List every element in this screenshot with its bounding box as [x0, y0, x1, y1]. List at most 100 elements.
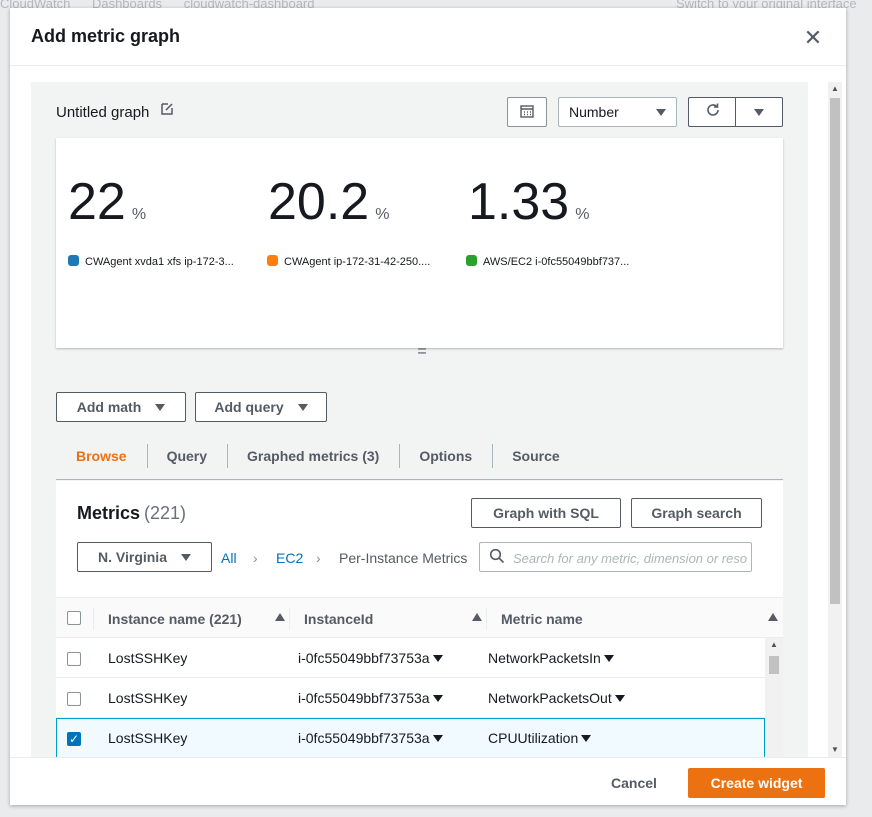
crumb-all[interactable]: All [221, 550, 237, 566]
instance-name-cell: LostSSHKey [108, 650, 188, 666]
column-instance-name[interactable]: Instance name (221) [108, 598, 242, 639]
tab-options[interactable]: Options [399, 432, 492, 480]
modal-scrollbar-thumb[interactable] [830, 98, 840, 604]
instance-id-cell[interactable]: i-0fc55049bbf73753a [298, 718, 443, 757]
modal-title: Add metric graph [31, 26, 181, 46]
add-query-button[interactable]: Add query [195, 392, 327, 422]
refresh-options-dropdown[interactable] [735, 97, 783, 127]
tab-graphed-metrics[interactable]: Graphed metrics (3) [227, 432, 399, 480]
stat-unit: % [575, 206, 590, 223]
graph-search-button[interactable]: Graph search [631, 498, 762, 528]
row-checkbox-checked[interactable]: ✓ [67, 732, 81, 746]
region-select[interactable]: N. Virginia [77, 542, 212, 572]
instance-id-cell[interactable]: i-0fc55049bbf73753a [298, 678, 443, 718]
legend-item[interactable]: AWS/EC2 i-0fc55049bbf737... [466, 255, 629, 268]
instance-id-text: i-0fc55049bbf73753a [298, 730, 430, 746]
close-icon[interactable]: ✕ [800, 25, 826, 51]
select-all-checkbox[interactable] [67, 611, 81, 625]
refresh-button[interactable] [688, 97, 736, 127]
display-type-select[interactable]: Number [558, 97, 677, 127]
chevron-down-icon [297, 403, 308, 411]
metric-name-cell[interactable]: NetworkPacketsIn [488, 638, 614, 678]
dropdown-icon[interactable] [432, 734, 443, 742]
row-checkbox[interactable] [67, 652, 81, 666]
calendar-icon [520, 104, 534, 121]
legend-label: CWAgent xvda1 xfs ip-172-3... [85, 256, 234, 268]
scroll-down-icon[interactable]: ▼ [831, 745, 839, 755]
metric-search-input[interactable] [513, 548, 747, 568]
chevron-down-icon [656, 109, 666, 116]
legend-swatch [267, 255, 278, 266]
dropdown-icon[interactable] [432, 694, 443, 702]
tab-source[interactable]: Source [492, 432, 579, 480]
table-scrollbar-thumb[interactable] [769, 656, 779, 674]
legend-item[interactable]: CWAgent ip-172-31-42-250.... [267, 255, 430, 268]
scroll-up-icon[interactable]: ▲ [770, 640, 778, 649]
dropdown-icon[interactable] [603, 654, 614, 662]
dropdown-icon[interactable] [432, 654, 443, 662]
display-type-value: Number [569, 104, 619, 120]
table-header: Instance name (221) InstanceId Metric na… [56, 597, 783, 638]
stat-number: 20.2 [268, 173, 370, 231]
sort-icon[interactable] [768, 613, 778, 621]
instance-id-text: i-0fc55049bbf73753a [298, 690, 430, 706]
chevron-down-icon [180, 553, 191, 561]
graph-panel: 22% 20.2% 1.33% CWAgent xvda1 xfs ip-172… [56, 138, 783, 348]
table-row[interactable]: LostSSHKey i-0fc55049bbf73753a NetworkPa… [56, 678, 765, 718]
chevron-right-icon: › [253, 550, 258, 566]
tab-query[interactable]: Query [146, 432, 227, 480]
dropdown-icon[interactable] [614, 694, 625, 702]
stat-unit: % [131, 206, 147, 223]
instance-id-cell[interactable]: i-0fc55049bbf73753a [298, 638, 443, 678]
graph-with-sql-button[interactable]: Graph with SQL [471, 498, 621, 528]
stat-value-3: 1.33% [468, 172, 589, 232]
crumb-per-instance-metrics: Per-Instance Metrics [339, 550, 468, 566]
metric-name-cell[interactable]: NetworkPacketsOut [488, 678, 625, 718]
sort-icon[interactable] [472, 613, 482, 621]
stat-value-1: 22% [68, 172, 146, 232]
cancel-button[interactable]: Cancel [590, 768, 678, 798]
column-divider [289, 608, 290, 630]
legend-item[interactable]: CWAgent xvda1 xfs ip-172-3... [68, 255, 234, 268]
column-metric-name[interactable]: Metric name [501, 598, 583, 639]
create-widget-button[interactable]: Create widget [688, 768, 825, 798]
calendar-button[interactable] [507, 97, 547, 127]
edit-icon[interactable] [160, 102, 174, 119]
region-label: N. Virginia [98, 549, 167, 565]
tab-bar: Browse Query Graphed metrics (3) Options… [56, 432, 783, 480]
table-row[interactable]: LostSSHKey i-0fc55049bbf73753a NetworkPa… [56, 638, 765, 678]
metric-search[interactable] [479, 542, 752, 572]
search-icon [489, 548, 505, 564]
chevron-down-icon [155, 403, 166, 411]
modal-header: Add metric graph ✕ [10, 8, 846, 66]
resize-handle-icon[interactable]: = [416, 344, 428, 360]
column-instance-id[interactable]: InstanceId [304, 598, 373, 639]
metric-name-text: CPUUtilization [488, 730, 579, 746]
row-checkbox[interactable] [67, 692, 81, 706]
modal-content: Untitled graph Number 22 % 20.2 % 1.33 %… [31, 82, 808, 757]
modal-scrollbar[interactable]: ▲ ▼ [828, 82, 842, 757]
legend-swatch [466, 255, 477, 266]
instance-name-cell: LostSSHKey [108, 730, 188, 746]
sort-icon[interactable] [275, 613, 285, 621]
metrics-panel: Metrics (221) Graph with SQL Graph search… [56, 481, 783, 757]
metrics-title: Metrics (221) [77, 503, 186, 524]
table-row-selected[interactable]: ✓ LostSSHKey i-0fc55049bbf73753a CPUUtil… [56, 718, 765, 757]
scroll-up-icon[interactable]: ▲ [831, 84, 839, 94]
modal-footer: Cancel Create widget [10, 757, 846, 805]
metric-name-text: NetworkPacketsOut [488, 690, 612, 706]
table-scrollbar[interactable]: ▲ [765, 638, 783, 757]
legend-label: CWAgent ip-172-31-42-250.... [284, 256, 431, 268]
crumb-ec2[interactable]: EC2 [276, 550, 303, 566]
column-divider [93, 608, 94, 630]
stat-number: 22 [68, 173, 126, 231]
metric-name-cell[interactable]: CPUUtilization [488, 718, 592, 757]
chevron-down-icon [754, 108, 764, 116]
add-math-button[interactable]: Add math [56, 392, 186, 422]
tab-browse[interactable]: Browse [56, 432, 147, 480]
column-divider [486, 608, 487, 630]
graph-title-text: Untitled graph [56, 104, 150, 121]
metrics-count: (221) [144, 503, 187, 523]
dropdown-icon[interactable] [581, 734, 592, 742]
graph-title[interactable]: Untitled graph [56, 102, 174, 121]
